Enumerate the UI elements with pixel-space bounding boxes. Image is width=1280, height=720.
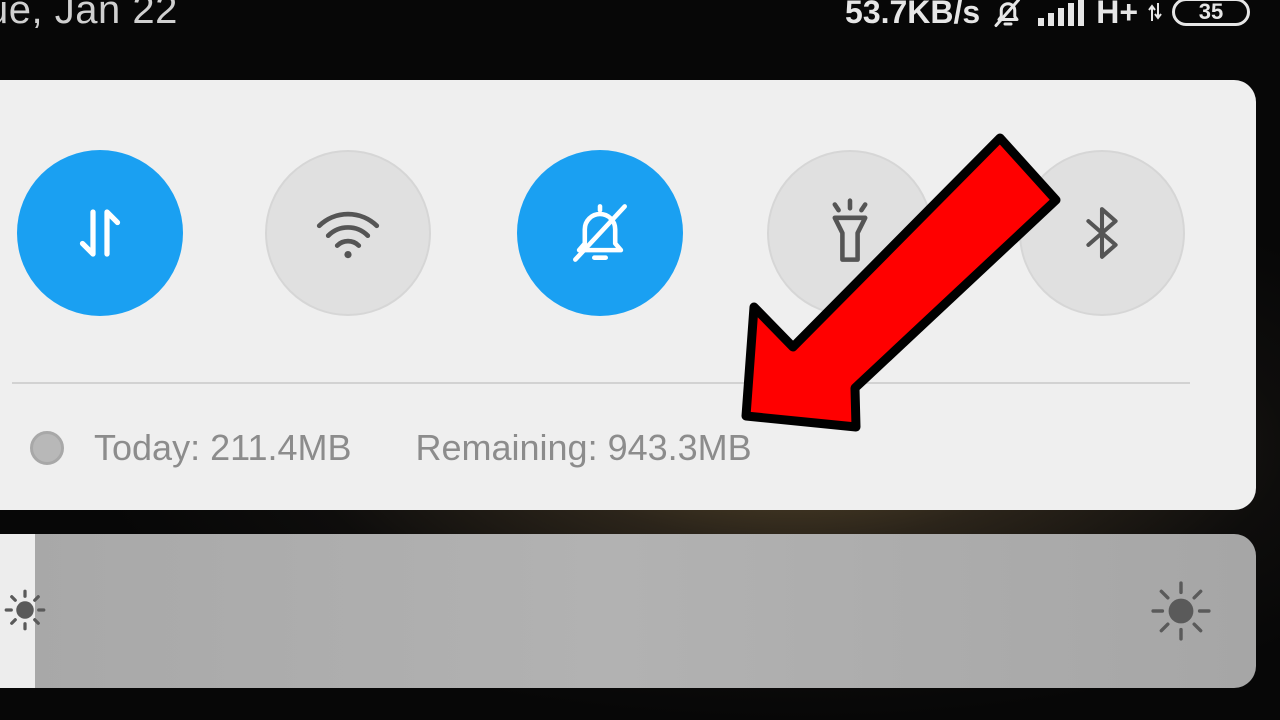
status-icons: 53.7KB/s H+ 35: [845, 0, 1250, 32]
toggle-bluetooth[interactable]: [1019, 150, 1185, 316]
bell-off-icon: [573, 204, 627, 262]
wifi-icon: [316, 211, 380, 259]
bluetooth-icon: [1086, 207, 1118, 259]
data-transfer-icon: [79, 209, 121, 257]
network-speed: 53.7KB/s: [845, 0, 981, 30]
flashlight-icon: [832, 198, 868, 262]
panel-divider: [12, 382, 1190, 384]
data-usage-row[interactable]: Today: 211.4MB Remaining: 943.3MB: [30, 420, 752, 476]
brightness-slider[interactable]: [0, 534, 1256, 688]
sun-high-icon: [1151, 581, 1211, 641]
sun-low-icon: [4, 589, 46, 631]
usage-indicator-icon: [30, 431, 64, 465]
toggle-wifi[interactable]: [265, 150, 431, 316]
toggle-flashlight[interactable]: [767, 150, 933, 316]
battery-icon: 35: [1172, 0, 1250, 26]
toggle-mobile-data[interactable]: [17, 150, 183, 316]
network-type: H+: [1096, 0, 1138, 30]
data-activity-icon: [1148, 1, 1162, 23]
usage-remaining: Remaining: 943.3MB: [415, 427, 752, 468]
status-date: ue, Jan 22: [0, 0, 178, 32]
usage-today: Today: 211.4MB: [94, 427, 352, 468]
quick-settings-panel: Today: 211.4MB Remaining: 943.3MB: [0, 80, 1256, 510]
battery-level: 35: [1198, 0, 1224, 24]
signal-icon: [1036, 0, 1086, 26]
bell-off-icon: [990, 0, 1026, 30]
toggle-silent[interactable]: [517, 150, 683, 316]
